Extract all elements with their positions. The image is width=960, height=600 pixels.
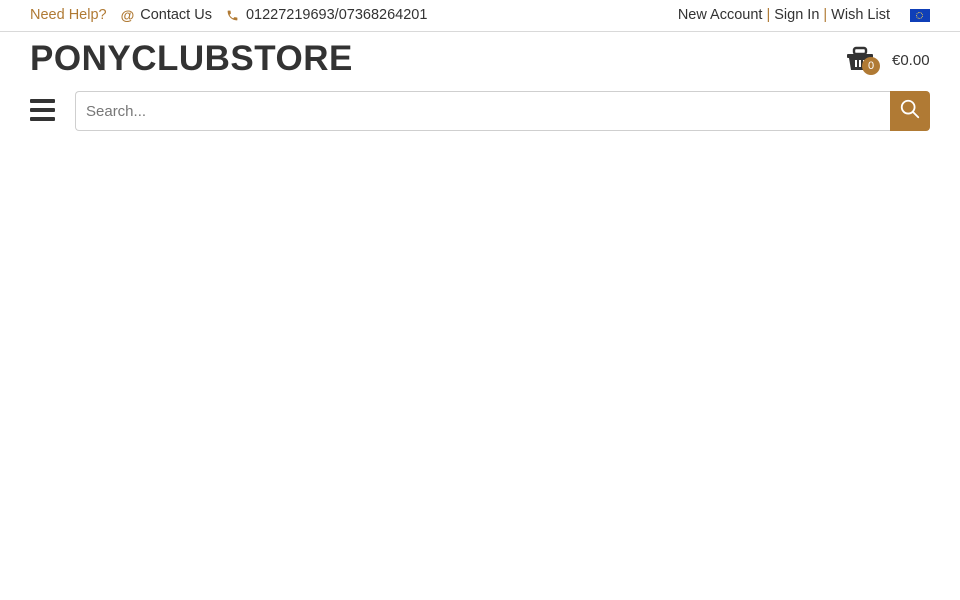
top-bar-left: Need Help? @ Contact Us 01227219693/0736… xyxy=(30,7,427,23)
at-icon: @ xyxy=(120,7,135,23)
new-account-link[interactable]: New Account xyxy=(678,7,763,23)
hamburger-bar xyxy=(30,117,55,121)
hamburger-bar xyxy=(30,99,55,103)
search-button[interactable] xyxy=(890,91,930,131)
phone-link[interactable]: 01227219693/07368264201 xyxy=(226,7,427,23)
contact-us-label: Contact Us xyxy=(140,7,212,23)
menu-toggle-button[interactable] xyxy=(30,99,55,121)
sign-in-link[interactable]: Sign In xyxy=(774,7,819,23)
hamburger-bar xyxy=(30,108,55,112)
cart-total: €0.00 xyxy=(892,52,930,69)
search-input[interactable] xyxy=(75,91,890,131)
need-help-text: Need Help? xyxy=(30,7,107,23)
top-bar: Need Help? @ Contact Us 01227219693/0736… xyxy=(0,0,960,32)
link-separator: | xyxy=(766,7,771,23)
basket-icon: 0 xyxy=(846,46,880,75)
contact-us-link[interactable]: @ Contact Us xyxy=(121,7,212,23)
phone-number: 01227219693/07368264201 xyxy=(245,7,428,23)
cart-count-badge: 0 xyxy=(862,57,880,75)
mini-cart[interactable]: 0 €0.00 xyxy=(846,46,930,75)
wish-list-link[interactable]: Wish List xyxy=(831,7,890,23)
account-links: New Account | Sign In | Wish List xyxy=(678,7,930,23)
site-logo[interactable]: PONYCLUBSTORE xyxy=(30,39,353,79)
link-separator: | xyxy=(823,7,828,23)
phone-icon xyxy=(226,9,239,22)
eu-flag-icon[interactable] xyxy=(910,8,930,22)
search-icon xyxy=(899,98,921,125)
